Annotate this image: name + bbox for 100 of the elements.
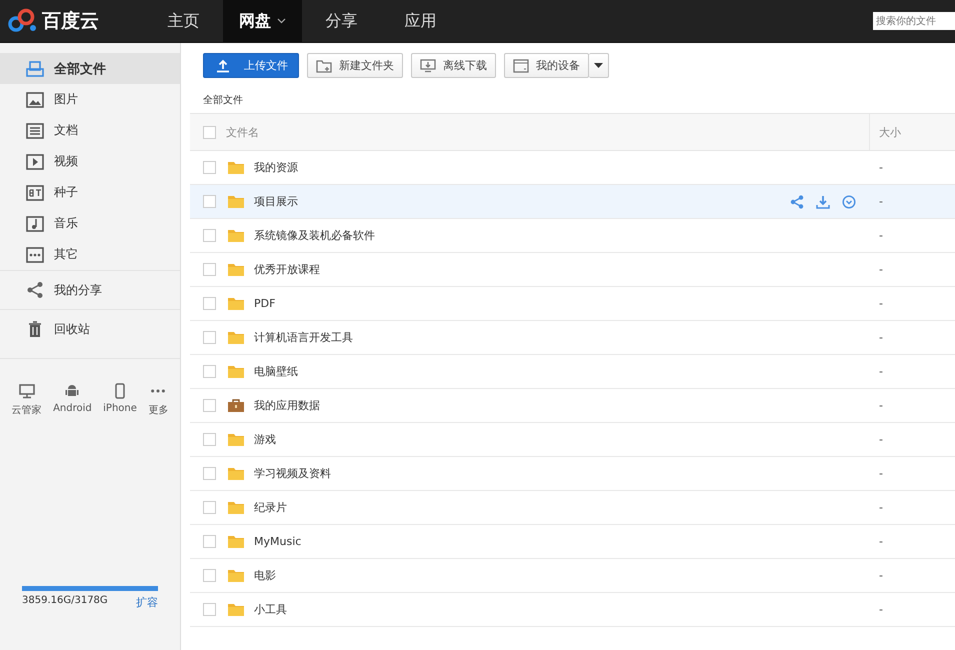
file-name[interactable]: 优秀开放课程: [254, 262, 320, 277]
checkbox[interactable]: [203, 161, 216, 174]
download-monitor-icon: [420, 58, 436, 72]
file-name[interactable]: 系统镜像及装机必备软件: [254, 228, 375, 243]
file-row[interactable]: PDF -: [190, 287, 955, 321]
sidebar-item[interactable]: 回收站: [0, 309, 180, 348]
file-row[interactable]: 小工具 -: [190, 593, 955, 627]
device-link[interactable]: 云管家: [12, 383, 42, 417]
file-row[interactable]: 电影 -: [190, 559, 955, 593]
dropdown-button[interactable]: [589, 53, 609, 78]
share-icon: [26, 281, 44, 299]
sidebar-item[interactable]: 音乐: [0, 208, 180, 239]
checkbox[interactable]: [203, 501, 216, 514]
nav-tab[interactable]: 主页: [144, 0, 223, 42]
folder-icon: [228, 161, 244, 174]
checkbox[interactable]: [203, 603, 216, 616]
file-name[interactable]: MyMusic: [254, 535, 302, 548]
sidebar-item[interactable]: 我的分享: [0, 270, 180, 309]
checkbox[interactable]: [203, 229, 216, 242]
expand-link[interactable]: 扩容: [136, 595, 158, 610]
video-icon: [26, 152, 44, 170]
folder-icon: [228, 535, 244, 548]
sidebar-item[interactable]: 其它: [0, 239, 180, 270]
file-name[interactable]: 项目展示: [254, 194, 298, 209]
nav-tab[interactable]: 网盘: [223, 0, 302, 42]
file-size: -: [879, 195, 883, 208]
more-circle-icon[interactable]: [842, 194, 856, 208]
file-size: -: [879, 161, 883, 174]
folder-icon: [228, 467, 244, 480]
file-name[interactable]: 小工具: [254, 602, 287, 617]
file-name[interactable]: 电脑壁纸: [254, 364, 298, 379]
file-name[interactable]: 电影: [254, 568, 276, 583]
device-button[interactable]: 我的设备: [504, 53, 589, 78]
upload-button[interactable]: 上传文件: [203, 53, 299, 78]
column-header: 文件名: [226, 124, 259, 140]
column-header: 大小: [879, 124, 901, 140]
folder-icon: [228, 365, 244, 378]
file-row[interactable]: 学习视频及资料 -: [190, 457, 955, 491]
sidebar-item[interactable]: 视频: [0, 146, 180, 177]
file-row[interactable]: 项目展示 -: [190, 185, 955, 219]
file-row[interactable]: 系统镜像及装机必备软件 -: [190, 219, 955, 253]
checkbox[interactable]: [203, 297, 216, 310]
file-row[interactable]: 纪录片 -: [190, 491, 955, 525]
search-field[interactable]: 搜索你的文件: [873, 12, 955, 30]
folder-icon: [228, 297, 244, 310]
breadcrumb: 全部文件: [202, 94, 244, 108]
checkbox[interactable]: [203, 535, 216, 548]
file-size: -: [879, 535, 883, 548]
folder-icon: [228, 229, 244, 242]
folder-plus-icon: [316, 58, 332, 72]
offline-download-button[interactable]: 离线下载: [411, 53, 496, 78]
monitor-icon: [18, 383, 36, 399]
checkbox[interactable]: [203, 331, 216, 344]
download-icon[interactable]: [816, 194, 830, 208]
file-name[interactable]: 我的资源: [254, 160, 298, 175]
new-folder-button[interactable]: 新建文件夹: [307, 53, 403, 78]
checkbox[interactable]: [203, 399, 216, 412]
file-row[interactable]: 电脑壁纸 -: [190, 355, 955, 389]
device-link[interactable]: iPhone: [103, 383, 137, 417]
file-name[interactable]: 我的应用数据: [254, 398, 320, 413]
file-size: -: [879, 433, 883, 446]
device-link[interactable]: 更多: [148, 383, 168, 417]
logo-text: 百度云: [42, 9, 99, 34]
more-icon: [151, 389, 166, 393]
sidebar-item[interactable]: 全部文件: [0, 53, 180, 84]
checkbox[interactable]: [203, 195, 216, 208]
file-row[interactable]: 计算机语言开发工具 -: [190, 321, 955, 355]
file-row[interactable]: 我的应用数据 -: [190, 389, 955, 423]
sidebar-item[interactable]: 文档: [0, 115, 180, 146]
sidebar-item[interactable]: 图片: [0, 84, 180, 115]
file-size: -: [879, 297, 883, 310]
file-size: -: [879, 569, 883, 582]
device-link[interactable]: Android: [53, 383, 92, 417]
checkbox[interactable]: [203, 569, 216, 582]
doc-icon: [26, 122, 44, 140]
file-name[interactable]: 游戏: [254, 432, 276, 447]
file-row[interactable]: 优秀开放课程 -: [190, 253, 955, 287]
file-row[interactable]: 游戏 -: [190, 423, 955, 457]
folder-icon: [228, 331, 244, 344]
music-icon: [26, 214, 44, 232]
nav-tab[interactable]: 分享: [302, 0, 381, 42]
nav-tab[interactable]: 应用: [381, 0, 460, 42]
file-name[interactable]: 纪录片: [254, 500, 287, 515]
sidebar-item[interactable]: 种子: [0, 177, 180, 208]
file-name[interactable]: 计算机语言开发工具: [254, 330, 353, 345]
trash-icon: [26, 320, 44, 338]
checkbox[interactable]: [203, 126, 216, 138]
caret-icon: [594, 63, 603, 68]
file-row[interactable]: MyMusic -: [190, 525, 955, 559]
file-name[interactable]: 学习视频及资料: [254, 466, 331, 481]
folder-icon: [228, 195, 244, 208]
file-size: -: [879, 229, 883, 242]
torrent-icon: [26, 184, 44, 202]
checkbox[interactable]: [203, 467, 216, 480]
checkbox[interactable]: [203, 433, 216, 446]
checkbox[interactable]: [203, 263, 216, 276]
share-icon[interactable]: [790, 194, 804, 208]
checkbox[interactable]: [203, 365, 216, 378]
file-name[interactable]: PDF: [254, 297, 276, 310]
file-size: -: [879, 263, 883, 276]
